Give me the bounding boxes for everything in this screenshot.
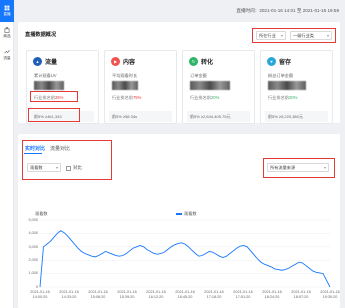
industry-level-value: 一级行业类 [293, 33, 314, 38]
x-tick-line: 18:57:20 [293, 294, 309, 299]
chevron-down-icon: ▾ [280, 33, 283, 38]
x-tick-line: 16:45:20 [177, 294, 193, 299]
highlight-box [30, 91, 78, 102]
card-benchmark: 前5% ≥58.34s [109, 111, 172, 122]
chevron-down-icon: ▾ [326, 33, 329, 38]
legend-label: 观看数 [184, 211, 197, 216]
live-time-range: 直播时间：2021-01-16 14:01 至 2021-01-16 19:59 [236, 8, 339, 13]
chevron-down-icon: ▾ [323, 165, 326, 170]
card-title: 转化 [201, 60, 214, 66]
sidebar-item-goods[interactable]: 商品 [0, 22, 14, 44]
card-title: 留存 [279, 60, 292, 66]
overview-title: 直播数据概况 [25, 32, 57, 38]
x-tick-label: 2021-01-16 15:39:20 [112, 290, 142, 300]
tab-underline [24, 153, 42, 154]
x-tick-line: 18:24:20 [264, 294, 280, 299]
chart-legend: 观看数 [176, 211, 197, 217]
blurred-value [268, 81, 306, 90]
y-tick-label: 3,000 [28, 244, 38, 249]
source-select-value: 所有流量来源 [270, 165, 296, 170]
card-rank: 行业排名前75% [112, 95, 141, 101]
sidebar-item-live[interactable]: 直播 [0, 0, 14, 22]
compare-checkbox[interactable]: 对比 [66, 165, 82, 171]
x-tick-label: 2021-01-16 17:51:20 [228, 290, 258, 300]
metric-select-value: 观看数 [30, 165, 43, 170]
y-tick-label: 0 [35, 284, 38, 289]
y-tick-label: 1,000 [28, 271, 38, 276]
sidebar-item-traffic[interactable]: 流量 [0, 44, 14, 66]
card-retention[interactable]: ♥ 留存 粉丝订单金额 行业排名前20% 前5% ≥5,220,380元 [260, 50, 333, 124]
x-tick-label: 2021-01-16 17:18:20 [199, 290, 229, 300]
rank-prefix: 行业排名前 [112, 95, 133, 100]
flow-icon: ▲ [33, 57, 42, 66]
blurred-value [34, 81, 64, 90]
x-tick-line: 14:33:20 [61, 294, 77, 299]
x-tick-label: 2021-01-16 16:45:20 [170, 290, 200, 300]
industry-select-value: 所在行业 [259, 33, 276, 38]
source-select[interactable]: 所有流量来源 ▾ [267, 163, 329, 172]
sidebar-item-label: 流量 [3, 56, 11, 60]
x-tick-line: 17:18:20 [206, 294, 222, 299]
x-tick-label: 2021-01-16 15:06:20 [83, 290, 113, 300]
card-title: 流量 [45, 60, 58, 66]
y-axis-unit: 观看数 [35, 211, 48, 216]
card-rank: 行业排名前20% [190, 95, 219, 101]
card-title: 内容 [123, 60, 136, 66]
x-tick-label: 2021-01-16 18:57:20 [286, 290, 316, 300]
card-metric-label: 订单金额 [190, 73, 207, 78]
bag-icon [4, 27, 10, 33]
retain-icon: ♥ [267, 57, 276, 66]
y-tick-label: 5,000 [28, 217, 38, 222]
x-tick-label: 2021-01-16 16:12:20 [141, 290, 171, 300]
checkbox-box[interactable] [66, 165, 71, 171]
flow-icon [4, 50, 10, 54]
convert-icon: ↻ [189, 57, 198, 66]
y-tick-label: 2,000 [28, 258, 38, 262]
content-icon: ▶ [111, 57, 120, 66]
chevron-down-icon: ▾ [55, 165, 58, 170]
x-tick-line: 15:06:20 [90, 294, 106, 299]
tab-realtime-compare[interactable]: 实时对比 [25, 145, 45, 152]
blurred-value [112, 81, 138, 90]
card-benchmark: 前5% ≥2,644,405.75元 [187, 111, 250, 122]
x-tick-line: 16:12:20 [148, 294, 164, 299]
rank-prefix: 行业排名前 [190, 95, 211, 100]
rank-percent: 75% [132, 95, 142, 100]
highlight-box [28, 108, 80, 122]
card-metric-label: 粉丝订单金额 [268, 73, 294, 78]
x-tick-label: 2021-01-16 14:00:20 [25, 290, 55, 300]
rank-percent: 20% [210, 95, 220, 100]
card-metric-label: 平均观看时长 [112, 73, 138, 78]
compare-label: 对比 [73, 165, 82, 170]
x-tick-line: 15:39:20 [119, 294, 135, 299]
x-tick-label: 2021-01-16 14:33:20 [54, 290, 84, 300]
x-tick-line: 14:00:20 [32, 294, 48, 299]
rank-prefix: 行业排名前 [268, 95, 289, 100]
sidebar-item-label: 商品 [3, 34, 11, 38]
rank-percent: 20% [288, 95, 298, 100]
grid-icon [4, 5, 10, 11]
industry-select[interactable]: 所在行业 ▾ [256, 31, 286, 40]
legend-swatch [176, 213, 182, 215]
top-bar: 直播时间：2021-01-16 14:01 至 2021-01-16 19:59 [14, 0, 345, 18]
y-tick-label: 4,000 [28, 231, 38, 236]
x-tick-line: 17:51:20 [235, 294, 251, 299]
x-tick-label: 2021-01-16 18:24:20 [257, 290, 287, 300]
industry-level-select[interactable]: 一级行业类 ▾ [290, 31, 332, 40]
card-rank: 行业排名前20% [268, 95, 297, 101]
x-tick-label: 2021-01-16 19:30:20 [315, 290, 345, 300]
blurred-value [190, 81, 230, 90]
x-tick-line: 19:30:20 [322, 294, 338, 299]
card-benchmark: 前5% ≥5,220,380元 [265, 111, 328, 122]
tab-traffic-compare[interactable]: 流量对比 [50, 145, 70, 152]
sidebar-item-label: 直播 [3, 12, 11, 16]
card-conversion[interactable]: ↻ 转化 订单金额 行业排名前20% 前5% ≥2,644,405.75元 [182, 50, 255, 124]
card-content[interactable]: ▶ 内容 平均观看时长 行业排名前75% 前5% ≥58.34s [104, 50, 177, 124]
card-metric-label: 累计观看UV [34, 73, 57, 78]
metric-select[interactable]: 观看数 ▾ [27, 163, 61, 172]
